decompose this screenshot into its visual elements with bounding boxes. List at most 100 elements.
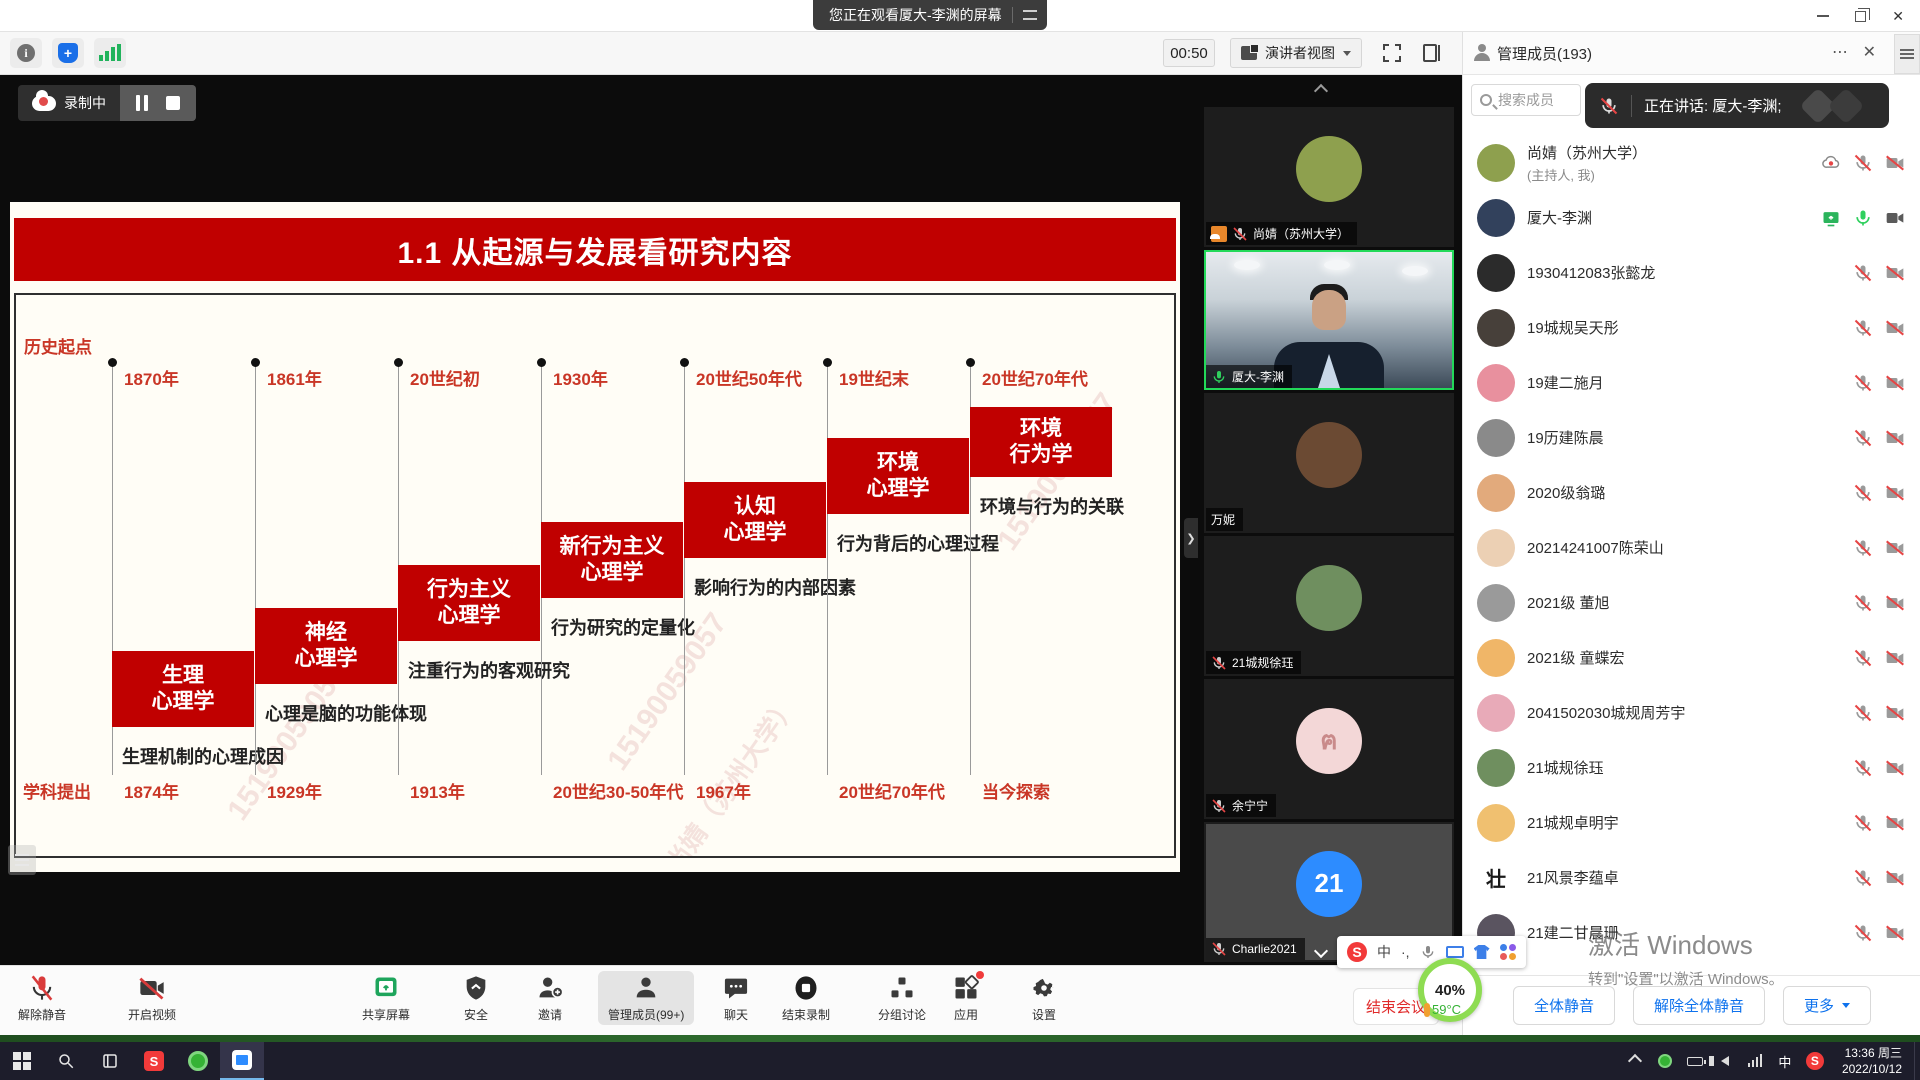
timeline-stage-box: 环境 心理学 [827,438,969,514]
thumbnails-collapse-button[interactable] [1316,83,1326,101]
taskbar-browser-app[interactable] [176,1042,220,1080]
meeting-app-icon [232,1050,252,1070]
timeline-connector [684,363,685,775]
participant-row[interactable]: 19建二施月 [1463,355,1920,410]
video-thumbnail[interactable]: 21城规徐珏 [1204,536,1454,676]
thumbnails-expand-button[interactable] [1316,943,1326,961]
video-thumbnail[interactable]: 厦大-李渊 [1204,250,1454,390]
meeting-info-button[interactable]: i [10,38,42,68]
participants-panel-header: 管理成员(193) ⋯ ✕ [1462,32,1920,75]
stop-recording-button[interactable] [166,96,180,110]
breakout-rooms-button[interactable]: 分组讨论 [878,973,926,1023]
start-button[interactable] [0,1042,44,1080]
tray-battery-icon[interactable] [1680,1042,1710,1080]
side-by-side-button[interactable] [1420,41,1444,65]
mic-muted-icon [1853,813,1873,833]
ime-mic-icon[interactable] [1420,944,1436,960]
minimize-button[interactable] [1817,15,1829,17]
timeline-proposed-label: 学科提出 [23,778,91,803]
slide-title-banner: 1.1 从起源与发展看研究内容 [14,218,1176,281]
participant-row[interactable]: 2041502030城规周芳宇 [1463,685,1920,740]
participant-row[interactable]: 21建二甘晨珊 [1463,905,1920,960]
avatar: 21 [1296,851,1362,917]
stop-record-button[interactable]: 结束录制 [782,973,830,1023]
security-button[interactable]: 安全 [462,973,490,1023]
sogou-logo-icon[interactable]: S [1347,942,1367,962]
participant-row[interactable]: 19城规吴天彤 [1463,300,1920,355]
tray-volume-icon[interactable] [1710,1042,1740,1080]
more-button[interactable]: 更多 [1783,986,1871,1025]
timeline-caption: 行为研究的定量化 [551,614,695,640]
chat-button[interactable]: 聊天 [722,973,750,1023]
participant-row[interactable]: 19历建陈晨 [1463,410,1920,465]
mute-all-button[interactable]: 全体静音 [1513,986,1615,1025]
participant-name: 2021级 董旭 [1527,592,1841,613]
divider [1631,95,1632,117]
show-desktop-button[interactable] [1914,1042,1920,1080]
search-input[interactable]: 搜索成员 [1471,84,1581,116]
mic-muted-icon [1853,868,1873,888]
tray-ime-language[interactable]: 中 [1770,1042,1800,1080]
security-shield-button[interactable]: + [52,38,84,68]
video-thumbnail[interactable]: 万妮 [1204,393,1454,533]
participant-row[interactable]: 21城规卓明宇 [1463,795,1920,850]
taskbar-sogou-app[interactable]: S [132,1042,176,1080]
sogou-app-icon: S [144,1051,164,1071]
host-badge-icon [1211,226,1227,242]
restore-button[interactable] [1855,11,1866,22]
ime-keyboard-icon[interactable] [1446,946,1464,958]
camera-muted-icon [1885,428,1905,448]
video-thumbnail[interactable]: ฅ 余宁宁 [1204,679,1454,819]
settings-button[interactable]: 设置 [1030,973,1058,1023]
panel-menu-button[interactable] [1894,34,1920,74]
unmute-all-button[interactable]: 解除全体静音 [1633,986,1765,1025]
thumbnail-name-badge: 尚婧（苏州大学） [1206,222,1357,245]
panel-close-icon[interactable]: ✕ [1863,42,1876,62]
fullscreen-button[interactable] [1380,41,1404,65]
invite-button[interactable]: 邀请 [536,973,564,1023]
start-video-button[interactable]: 开启视频 [128,973,176,1023]
participant-row[interactable]: 2020级翁璐 [1463,465,1920,520]
collapse-thumbnails-handle[interactable]: ❯ [1184,518,1198,558]
ime-lang-toggle[interactable]: 中 [1377,942,1391,962]
participant-row[interactable]: 尚婧（苏州大学） (主持人, 我) [1463,135,1920,190]
pause-recording-button[interactable] [136,95,148,111]
participant-row[interactable]: 1930412083张懿龙 [1463,245,1920,300]
participant-row[interactable]: 壮 21风景李蕴卓 [1463,850,1920,905]
taskbar-clock[interactable]: 13:36 周三 2022/10/12 [1830,1045,1914,1077]
options-menu-icon[interactable] [1023,10,1037,20]
tray-antivirus-icon[interactable] [1650,1042,1680,1080]
tray-sogou-status[interactable]: S [1800,1042,1830,1080]
tray-show-hidden-icons[interactable] [1620,1042,1650,1080]
apps-button[interactable]: 应用 [952,973,980,1023]
participant-row[interactable]: 21城规徐珏 [1463,740,1920,795]
participants-icon [632,973,660,1003]
participant-row[interactable]: 20214241007陈荣山 [1463,520,1920,575]
participant-row[interactable]: 2021级 童蝶宏 [1463,630,1920,685]
participant-row[interactable]: 厦大-李渊 [1463,190,1920,245]
manage-participants-button[interactable]: 管理成员(99+) [598,971,694,1025]
close-button[interactable]: ✕ [1892,8,1904,25]
task-view-button[interactable] [88,1042,132,1080]
timeline-top-year: 20世纪50年代 [696,365,802,390]
taskbar-meeting-app-active[interactable] [220,1042,264,1080]
video-thumbnail[interactable]: 尚婧（苏州大学） [1204,107,1454,247]
divider [1012,7,1013,23]
camera-muted-icon [1885,923,1905,943]
ime-toolbox-icon[interactable] [1500,944,1516,960]
unmute-button[interactable]: 解除静音 [18,973,66,1023]
ime-punctuation-toggle[interactable]: ·, [1401,944,1410,960]
thumbnail-name: Charlie2021 [1232,942,1297,956]
slide-sorter-icon[interactable] [8,845,36,875]
timeline-stage-box: 行为主义 心理学 [398,565,540,641]
participant-row[interactable]: 2021级 董旭 [1463,575,1920,630]
view-mode-button[interactable]: 演讲者视图 [1230,38,1362,68]
avatar [1296,422,1362,488]
panel-more-icon[interactable]: ⋯ [1832,42,1850,62]
taskbar-search-button[interactable] [44,1042,88,1080]
share-screen-icon [372,973,400,1003]
network-stats-button[interactable] [94,38,126,68]
share-screen-button[interactable]: 共享屏幕 [362,973,410,1023]
ime-skin-icon[interactable] [1474,945,1490,959]
tray-network-icon[interactable] [1740,1042,1770,1080]
